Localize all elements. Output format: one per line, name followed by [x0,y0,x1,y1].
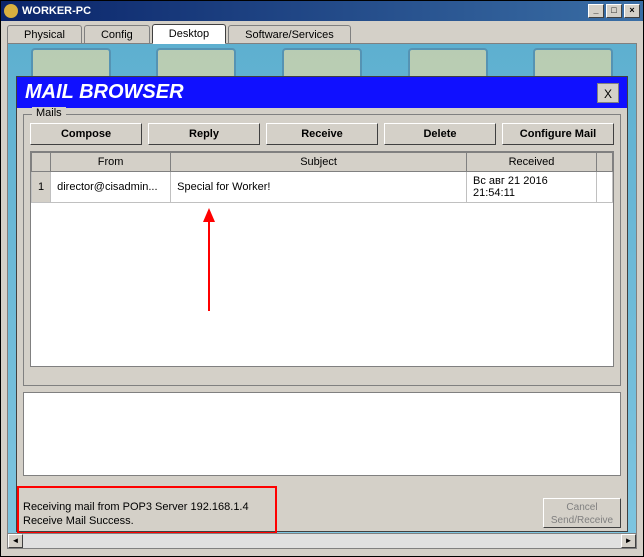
mail-table: From Subject Received 1 director@cisadmi… [31,152,613,203]
mail-table-wrap: From Subject Received 1 director@cisadmi… [30,151,614,367]
table-row[interactable]: 1 director@cisadmin... Special for Worke… [32,172,613,203]
preview-pane [23,392,621,476]
tab-desktop[interactable]: Desktop [152,24,226,44]
configure-mail-button[interactable]: Configure Mail [502,123,614,145]
cell-rownum: 1 [32,172,51,203]
tab-config[interactable]: Config [84,25,150,44]
mails-group-label: Mails [32,107,66,119]
minimize-button[interactable]: _ [588,4,604,18]
scroll-left-icon[interactable]: ◄ [8,534,23,548]
tab-physical[interactable]: Physical [7,25,82,44]
delete-button[interactable]: Delete [384,123,496,145]
annotation-arrow-icon [199,206,219,316]
col-rownum [32,153,51,172]
status-line-2: Receive Mail Success. [23,514,249,528]
horizontal-scrollbar[interactable]: ◄ ► [8,533,636,548]
mail-toolbar: Compose Reply Receive Delete Configure M… [30,123,614,145]
col-received[interactable]: Received [467,153,597,172]
mail-title-text: MAIL BROWSER [25,81,184,104]
reply-button[interactable]: Reply [148,123,260,145]
cell-received: Вс авг 21 2016 21:54:11 [467,172,597,203]
cell-subject: Special for Worker! [171,172,467,203]
col-scroll [597,153,613,172]
cell-scroll [597,172,613,203]
scroll-right-icon[interactable]: ► [621,534,636,548]
mail-browser-window: MAIL BROWSER X Mails Compose Reply Recei… [16,76,628,532]
mails-group: Mails Compose Reply Receive Delete Confi… [23,114,621,386]
titlebar: WORKER-PC _ □ × [1,1,643,21]
mail-close-button[interactable]: X [597,83,619,103]
cell-from: director@cisadmin... [51,172,171,203]
status-text: Receiving mail from POP3 Server 192.168.… [23,500,249,528]
tab-software[interactable]: Software/Services [228,25,351,44]
status-area: Receiving mail from POP3 Server 192.168.… [23,482,621,532]
mail-titlebar: MAIL BROWSER X [17,77,627,108]
app-window: WORKER-PC _ □ × Physical Config Desktop … [0,0,644,557]
app-icon [4,4,18,18]
scroll-track[interactable] [23,534,621,548]
col-from[interactable]: From [51,153,171,172]
col-subject[interactable]: Subject [171,153,467,172]
maximize-button[interactable]: □ [606,4,622,18]
tab-row: Physical Config Desktop Software/Service… [1,21,643,43]
desktop-area: MAIL BROWSER X Mails Compose Reply Recei… [7,43,637,549]
window-title: WORKER-PC [22,5,91,17]
compose-button[interactable]: Compose [30,123,142,145]
receive-button[interactable]: Receive [266,123,378,145]
status-line-1: Receiving mail from POP3 Server 192.168.… [23,500,249,514]
window-close-button[interactable]: × [624,4,640,18]
cancel-send-receive-button[interactable]: Cancel Send/Receive [543,498,621,528]
